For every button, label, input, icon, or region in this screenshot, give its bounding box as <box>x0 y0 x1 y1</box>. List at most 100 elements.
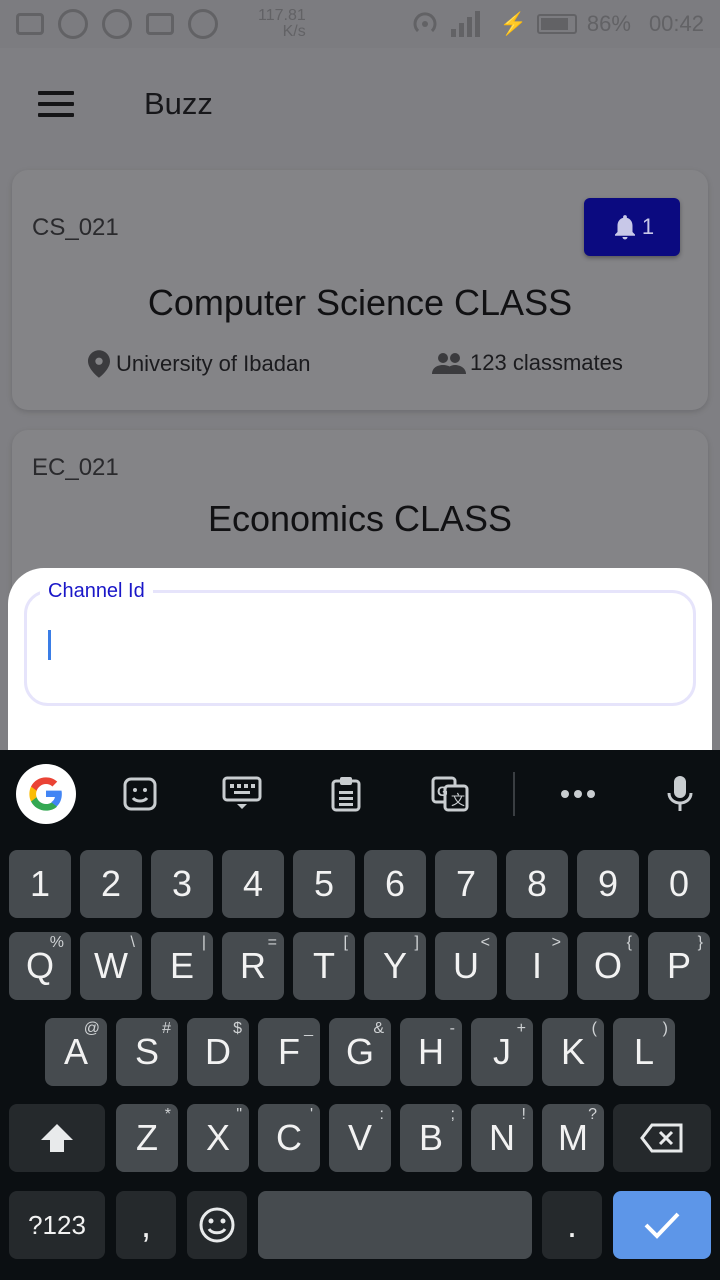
key-label: P <box>666 945 691 986</box>
key-hint: ? <box>588 1106 597 1123</box>
key-hint: - <box>449 1020 455 1037</box>
key-1[interactable]: 1 <box>9 850 71 918</box>
key-a[interactable]: A @ <box>45 1018 107 1086</box>
key-hint: > <box>551 934 561 951</box>
key-u[interactable]: U < <box>435 932 497 1000</box>
keyboard-resize-icon[interactable] <box>222 776 262 812</box>
symbols-key[interactable]: ?123 <box>9 1191 105 1259</box>
key-g[interactable]: G & <box>329 1018 391 1086</box>
keyboard-toolbar: G文 <box>0 750 720 840</box>
key-j[interactable]: J + <box>471 1018 533 1086</box>
more-options-icon[interactable] <box>558 776 598 812</box>
key-n[interactable]: N! <box>471 1104 533 1172</box>
key-hint: ; <box>450 1106 455 1123</box>
key-hint: < <box>480 934 490 951</box>
key-e[interactable]: E | <box>151 932 213 1000</box>
notification-button[interactable]: 1 <box>584 198 680 256</box>
class-name: Economics CLASS <box>207 498 513 539</box>
clipboard-icon[interactable] <box>326 776 366 812</box>
key-r[interactable]: R = <box>222 932 284 1000</box>
key-label: V <box>347 1117 372 1158</box>
key-i[interactable]: I > <box>506 932 568 1000</box>
menu-icon[interactable] <box>38 91 74 117</box>
backspace-key[interactable] <box>613 1104 711 1172</box>
shift-key[interactable] <box>9 1104 105 1172</box>
key-z[interactable]: Z * <box>116 1104 178 1172</box>
key-4[interactable]: 4 <box>222 850 284 918</box>
key-hint: * <box>164 1106 171 1123</box>
battery-percent: 86% <box>586 11 631 36</box>
key-b[interactable]: B; <box>400 1104 462 1172</box>
key-6[interactable]: 6 <box>364 850 426 918</box>
keyboard-notification-icon <box>146 13 174 35</box>
comma-key[interactable]: , <box>116 1191 176 1259</box>
key-d[interactable]: D $ <box>187 1018 249 1086</box>
key-label: D <box>205 1031 231 1072</box>
svg-text:G: G <box>437 783 448 799</box>
touch-notification-icon <box>188 9 218 39</box>
key-label: N <box>489 1117 515 1158</box>
notification-icons <box>16 9 218 39</box>
key-8[interactable]: 8 <box>506 850 568 918</box>
key-y[interactable]: Y] <box>364 932 426 1000</box>
class-classmates: 123 classmates <box>432 350 623 376</box>
translate-icon[interactable]: G文 <box>430 776 470 812</box>
emoji-key[interactable] <box>187 1191 247 1259</box>
key-hint: + <box>516 1020 526 1037</box>
network-speed: 117.81 K/s <box>258 8 306 40</box>
key-hint: ) <box>662 1020 668 1037</box>
key-label: M <box>558 1117 588 1158</box>
key-m[interactable]: M? <box>542 1104 604 1172</box>
key-label: Y <box>382 945 407 986</box>
key-label: K <box>560 1031 585 1072</box>
app-bar: Buzz <box>0 48 720 160</box>
space-key[interactable] <box>258 1191 532 1259</box>
key-label: W <box>94 945 128 986</box>
status-bar: 117.81 K/s ⚡ 86% 00:42 <box>0 0 720 48</box>
key-k[interactable]: K( <box>542 1018 604 1086</box>
key-label: B <box>418 1117 443 1158</box>
enter-key[interactable] <box>613 1191 711 1259</box>
sticker-icon[interactable] <box>120 776 160 812</box>
key-l[interactable]: L) <box>613 1018 675 1086</box>
key-v[interactable]: V: <box>329 1104 391 1172</box>
key-3[interactable]: 3 <box>151 850 213 918</box>
key-9[interactable]: 9 <box>577 850 639 918</box>
key-h[interactable]: H- <box>400 1018 462 1086</box>
key-5[interactable]: 5 <box>293 850 355 918</box>
google-icon[interactable] <box>16 764 76 824</box>
key-hint: @ <box>83 1020 100 1037</box>
key-f[interactable]: F _ <box>258 1018 320 1086</box>
key-w[interactable]: W \ <box>80 932 142 1000</box>
people-icon <box>432 353 466 374</box>
key-0[interactable]: 0 <box>648 850 710 918</box>
key-hint: | <box>201 934 206 951</box>
channel-id-input[interactable] <box>44 616 684 676</box>
key-label: T <box>313 945 335 986</box>
key-7[interactable]: 7 <box>435 850 497 918</box>
key-p[interactable]: P} <box>648 932 710 1000</box>
key-x[interactable]: X " <box>187 1104 249 1172</box>
class-card[interactable]: CS_021 1 Computer Science CLASS Universi… <box>12 170 708 410</box>
key-label: J <box>493 1031 511 1072</box>
key-label: I <box>531 945 542 986</box>
back-notification-icon <box>16 13 44 35</box>
key-label: X <box>205 1117 230 1158</box>
key-label: U <box>453 945 479 986</box>
microphone-icon[interactable] <box>660 776 700 812</box>
key-t[interactable]: T[ <box>293 932 355 1000</box>
whatsapp-notification-icon <box>102 9 132 39</box>
key-q[interactable]: Q% <box>9 932 71 1000</box>
key-c[interactable]: C ' <box>258 1104 320 1172</box>
key-hint: = <box>267 934 277 951</box>
google-notification-icon <box>58 9 88 39</box>
key-label: L <box>633 1031 655 1072</box>
key-hint: _ <box>304 1020 313 1037</box>
key-label: R <box>240 945 266 986</box>
key-s[interactable]: S # <box>116 1018 178 1086</box>
key-2[interactable]: 2 <box>80 850 142 918</box>
svg-text:文: 文 <box>451 792 465 808</box>
key-o[interactable]: O{ <box>577 932 639 1000</box>
period-key[interactable]: . <box>542 1191 602 1259</box>
key-label: S <box>134 1031 159 1072</box>
